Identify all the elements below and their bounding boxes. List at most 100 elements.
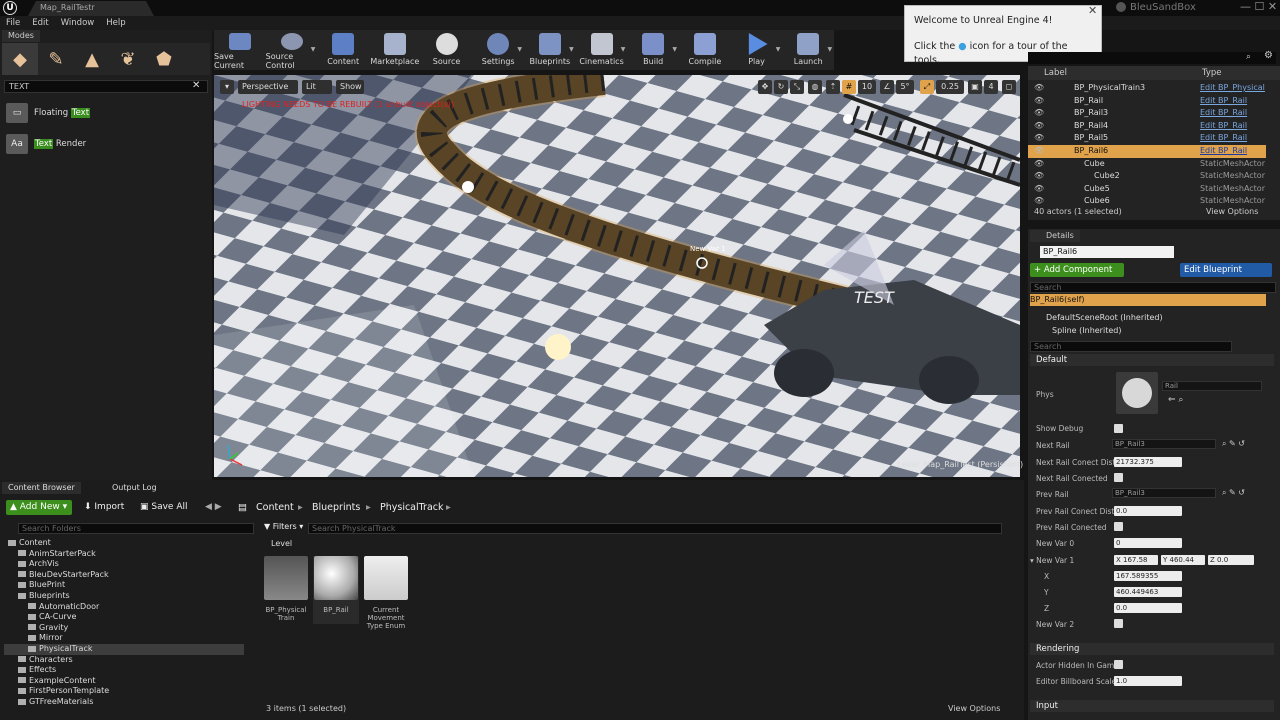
- outliner-row[interactable]: 👁 BP_Rail4 Edit BP_Rail: [1028, 120, 1266, 133]
- modes-search-input[interactable]: TEXT: [4, 80, 208, 93]
- grid-snap-icon[interactable]: #: [842, 80, 856, 94]
- row-type[interactable]: Edit BP_Rail: [1200, 145, 1247, 158]
- new-var0-input[interactable]: 0: [1114, 538, 1182, 548]
- next-rail-conn-checkbox[interactable]: [1114, 473, 1123, 482]
- folder-item[interactable]: AutomaticDoor: [4, 602, 244, 613]
- add-component-button[interactable]: + Add Component: [1030, 263, 1124, 277]
- compile-button[interactable]: Compile: [679, 30, 731, 70]
- outliner-view-options[interactable]: View Options: [1206, 207, 1258, 216]
- new-var1-z-input[interactable]: Z 0.0: [1208, 555, 1254, 565]
- prev-rail-dist-input[interactable]: 0.0: [1114, 506, 1182, 516]
- lit-button[interactable]: Lit: [302, 80, 332, 94]
- rotation-snap-icon[interactable]: ∠: [880, 80, 894, 94]
- clear-search-icon[interactable]: ✕: [192, 80, 200, 91]
- row-type[interactable]: Edit BP_Rail: [1200, 120, 1247, 133]
- rotation-snap-value[interactable]: 5°: [896, 80, 914, 94]
- maximize-icon[interactable]: ◻: [1002, 80, 1016, 94]
- settings-button[interactable]: Settings ▼: [472, 30, 524, 70]
- outliner-row[interactable]: 👁 Cube2 StaticMeshActor: [1028, 170, 1266, 183]
- visibility-eye-icon[interactable]: 👁: [1034, 107, 1044, 120]
- visibility-eye-icon[interactable]: 👁: [1034, 170, 1044, 183]
- outliner-row[interactable]: 👁 BP_PhysicalTrain3 Edit BP_Physical: [1028, 82, 1266, 95]
- add-new-button[interactable]: ▲ Add New ▾: [6, 500, 72, 515]
- save-all-button[interactable]: ▣ Save All: [140, 500, 188, 515]
- folder-item[interactable]: Effects: [4, 665, 244, 676]
- grid-snap-value[interactable]: 10: [858, 80, 876, 94]
- modes-tab[interactable]: Modes: [2, 30, 40, 42]
- history-nav-icons[interactable]: ◀ ▶: [205, 500, 222, 515]
- visibility-eye-icon[interactable]: 👁: [1034, 183, 1044, 196]
- rotate-icon[interactable]: ↻: [774, 80, 788, 94]
- folder-item[interactable]: Gravity: [4, 623, 244, 634]
- component-search-input[interactable]: Search: [1030, 282, 1276, 293]
- details-search-input[interactable]: Search: [1030, 341, 1232, 352]
- asset-tile[interactable]: Current Movement Type Enum: [363, 556, 409, 630]
- source-control-button[interactable]: Source Control ▼: [266, 30, 318, 70]
- marketplace-button[interactable]: Marketplace: [369, 30, 421, 70]
- tab-output-log[interactable]: Output Log: [106, 482, 163, 494]
- next-rail-dropdown[interactable]: BP_Rail3: [1112, 439, 1216, 449]
- filters-button[interactable]: ▼ Filters ▾: [264, 522, 303, 531]
- show-button[interactable]: Show: [336, 80, 364, 94]
- prev-rail-conn-checkbox[interactable]: [1114, 522, 1123, 531]
- row-type[interactable]: Edit BP_Rail: [1200, 95, 1247, 108]
- perspective-button[interactable]: Perspective: [238, 80, 298, 94]
- category-default[interactable]: Default: [1030, 354, 1274, 366]
- visibility-eye-icon[interactable]: 👁: [1034, 132, 1044, 145]
- picker-icons[interactable]: ⌕ ✎ ↺: [1222, 488, 1245, 498]
- menu-file[interactable]: File: [6, 16, 20, 30]
- folder-item[interactable]: PhysicalTrack: [4, 644, 244, 655]
- folder-item[interactable]: BleuDevStarterPack: [4, 570, 244, 581]
- viewport-menu-icon[interactable]: ▾: [220, 80, 234, 94]
- surface-snap-icon[interactable]: ⇡: [826, 80, 840, 94]
- play-button[interactable]: Play ▼: [731, 30, 783, 70]
- tab-content-browser[interactable]: Content Browser: [2, 482, 81, 494]
- type-column[interactable]: Type: [1202, 68, 1222, 78]
- search-folders-input[interactable]: Search Folders: [18, 523, 254, 534]
- new-var1-y-input[interactable]: Y 460.44: [1161, 555, 1205, 565]
- place-mode-icon[interactable]: ◆: [2, 43, 38, 75]
- breadcrumb-content[interactable]: Content: [256, 500, 294, 515]
- outliner-row[interactable]: 👁 Cube5 StaticMeshActor: [1028, 183, 1266, 196]
- visibility-eye-icon[interactable]: 👁: [1034, 95, 1044, 108]
- next-rail-dist-input[interactable]: 21732.375: [1114, 457, 1182, 467]
- folder-item[interactable]: AnimStarterPack: [4, 549, 244, 560]
- folder-item[interactable]: ArchVis: [4, 559, 244, 570]
- menu-window[interactable]: Window: [61, 16, 95, 30]
- folder-item[interactable]: Mirror: [4, 633, 244, 644]
- visibility-eye-icon[interactable]: 👁: [1034, 120, 1044, 133]
- breadcrumb-blueprints[interactable]: Blueprints: [312, 500, 360, 515]
- actor-hidden-checkbox[interactable]: [1114, 660, 1123, 669]
- picker-icons[interactable]: ⌕ ✎ ↺: [1222, 439, 1245, 449]
- y-input[interactable]: 460.449463: [1114, 587, 1182, 597]
- edit-blueprint-button[interactable]: Edit Blueprint: [1180, 263, 1272, 277]
- settings-gear-icon[interactable]: ⚙: [1264, 50, 1273, 61]
- folder-item[interactable]: ExampleContent: [4, 676, 244, 687]
- foliage-mode-icon[interactable]: ❦: [110, 43, 146, 75]
- cinematics-button[interactable]: Cinematics ▼: [576, 30, 628, 70]
- build-button[interactable]: Build ▼: [627, 30, 679, 70]
- billboard-input[interactable]: 1.0: [1114, 676, 1182, 686]
- component-spline[interactable]: Spline (Inherited): [1030, 325, 1266, 337]
- window-controls[interactable]: — ☐ ✕: [1240, 0, 1280, 16]
- phys-material-thumb[interactable]: [1116, 372, 1158, 414]
- row-type[interactable]: Edit BP_Physical: [1200, 82, 1265, 95]
- new-var2-checkbox[interactable]: [1114, 619, 1123, 628]
- place-item-floating-text[interactable]: ▭ Floating Text: [6, 102, 196, 124]
- menu-help[interactable]: Help: [106, 16, 125, 30]
- visibility-eye-icon[interactable]: 👁: [1034, 145, 1044, 158]
- translate-icon[interactable]: ✥: [758, 80, 772, 94]
- map-tab[interactable]: Map_RailTestr: [28, 1, 154, 16]
- row-type[interactable]: Edit BP_Rail: [1200, 132, 1247, 145]
- geometry-mode-icon[interactable]: ⬟: [146, 43, 182, 75]
- save-current-button[interactable]: Save Current: [214, 30, 266, 70]
- place-item-text-render[interactable]: Aa Text Render: [6, 133, 196, 155]
- camera-speed-value[interactable]: 4: [984, 80, 998, 94]
- prev-rail-dropdown[interactable]: BP_Rail3: [1112, 488, 1216, 498]
- folder-item[interactable]: FirstPersonTemplate: [4, 686, 244, 697]
- folder-item[interactable]: Characters: [4, 655, 244, 666]
- landscape-mode-icon[interactable]: ▲: [74, 43, 110, 75]
- scale-snap-value[interactable]: 0.25: [936, 80, 964, 94]
- close-icon[interactable]: ✕: [1088, 4, 1097, 17]
- row-type[interactable]: Edit BP_Rail: [1200, 107, 1247, 120]
